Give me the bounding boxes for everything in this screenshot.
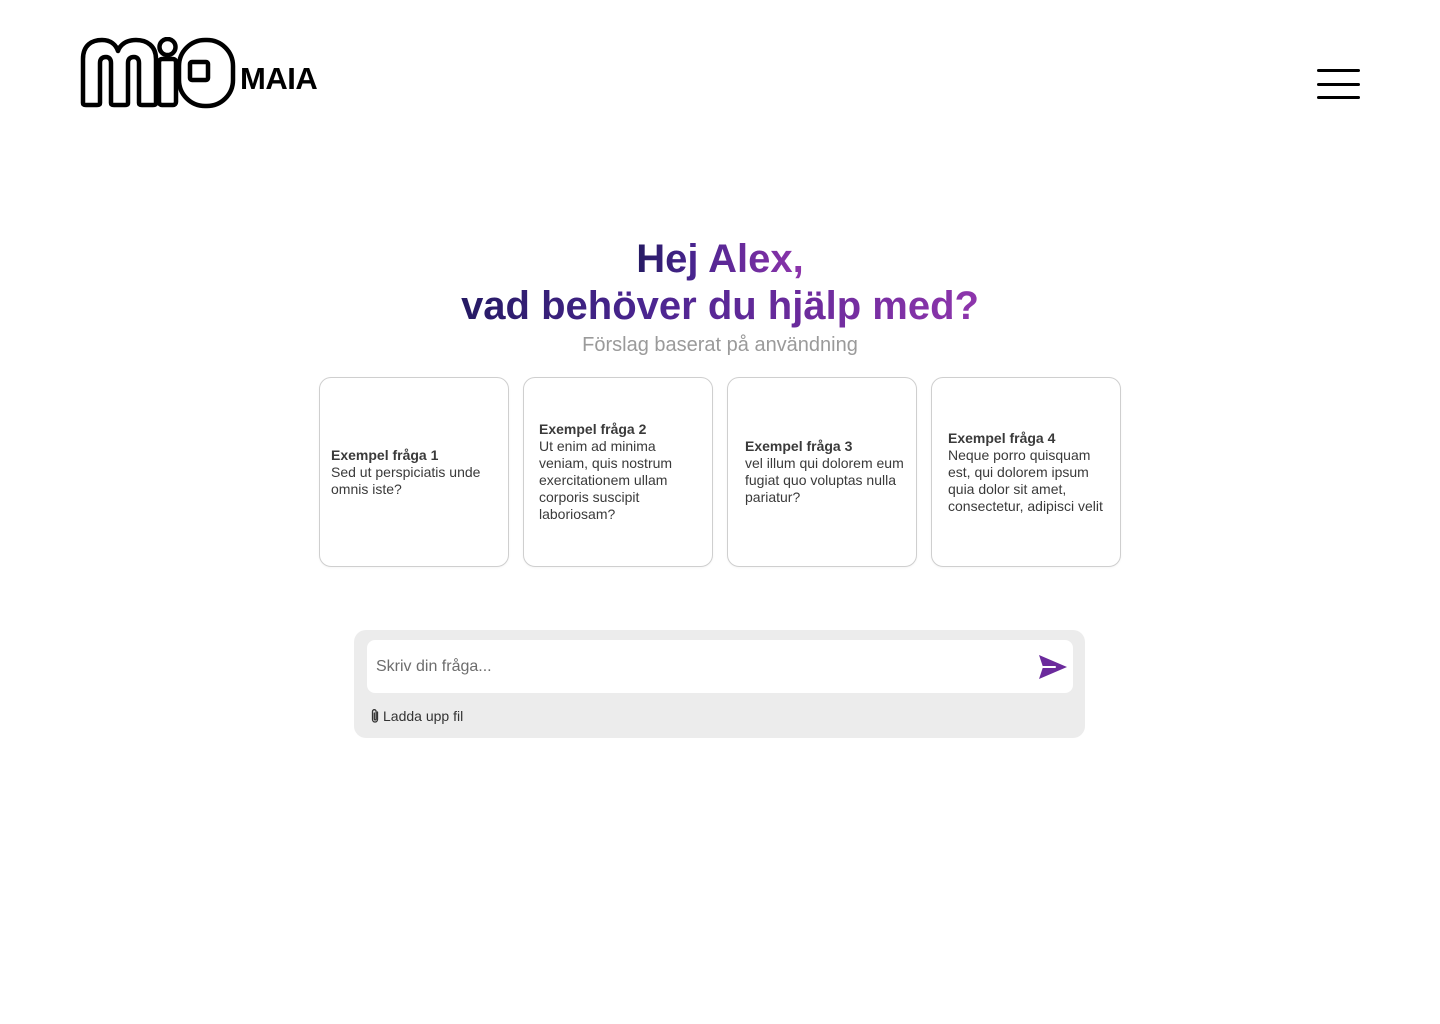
suggestion-title: Exempel fråga 4: [948, 429, 1056, 446]
suggestion-body: Ut enim ad minima veniam, quis nostrum e…: [539, 438, 673, 522]
question-input-box: [367, 640, 1073, 693]
chat-composer: Ladda upp fil: [354, 630, 1085, 738]
suggestion-title: Exempel fråga 1: [331, 446, 439, 463]
suggestions-subtitle: Förslag baserat på användning: [582, 334, 858, 356]
greeting-line: Hej Alex,: [636, 237, 804, 281]
menu-line: [1317, 69, 1360, 72]
greeting-heading: Hej Alex, vad behöver du hjälp med?: [0, 236, 1440, 330]
menu-line: [1317, 96, 1360, 99]
suggestion-card[interactable]: Exempel fråga 4 Neque porro quisquam est…: [931, 377, 1121, 567]
question-line: vad behöver du hjälp med?: [461, 284, 979, 328]
logo-text: MAIA: [240, 61, 318, 96]
menu-line: [1317, 82, 1360, 86]
suggestion-card[interactable]: Exempel fråga 1 Sed ut perspiciatis unde…: [319, 377, 509, 567]
question-input[interactable]: [376, 640, 1016, 693]
suggestion-card[interactable]: Exempel fråga 3 vel illum qui dolorem eu…: [727, 377, 917, 567]
suggestion-card[interactable]: Exempel fråga 2 Ut enim ad minima veniam…: [523, 377, 713, 567]
send-icon: [1039, 655, 1067, 679]
suggestion-body: Sed ut perspiciatis unde omnis iste?: [331, 463, 481, 497]
hamburger-menu-icon[interactable]: [1317, 69, 1361, 99]
upload-file-button[interactable]: Ladda upp fil: [370, 706, 463, 726]
suggestion-body: Neque porro quisquam est, qui dolorem ip…: [948, 446, 1103, 514]
paperclip-icon: [371, 709, 379, 723]
mio-logo-icon: [80, 37, 236, 109]
page: MAIA Hej Alex, vad behöver du hjälp med?…: [0, 0, 1440, 1024]
send-button[interactable]: [1037, 653, 1069, 681]
suggestion-body: vel illum qui dolorem eum fugiat quo vol…: [745, 455, 904, 505]
suggestion-title: Exempel fråga 2: [539, 421, 647, 437]
suggestion-title: Exempel fråga 3: [745, 438, 853, 454]
upload-file-label: Ladda upp fil: [383, 708, 464, 724]
logo[interactable]: MAIA: [80, 37, 318, 109]
